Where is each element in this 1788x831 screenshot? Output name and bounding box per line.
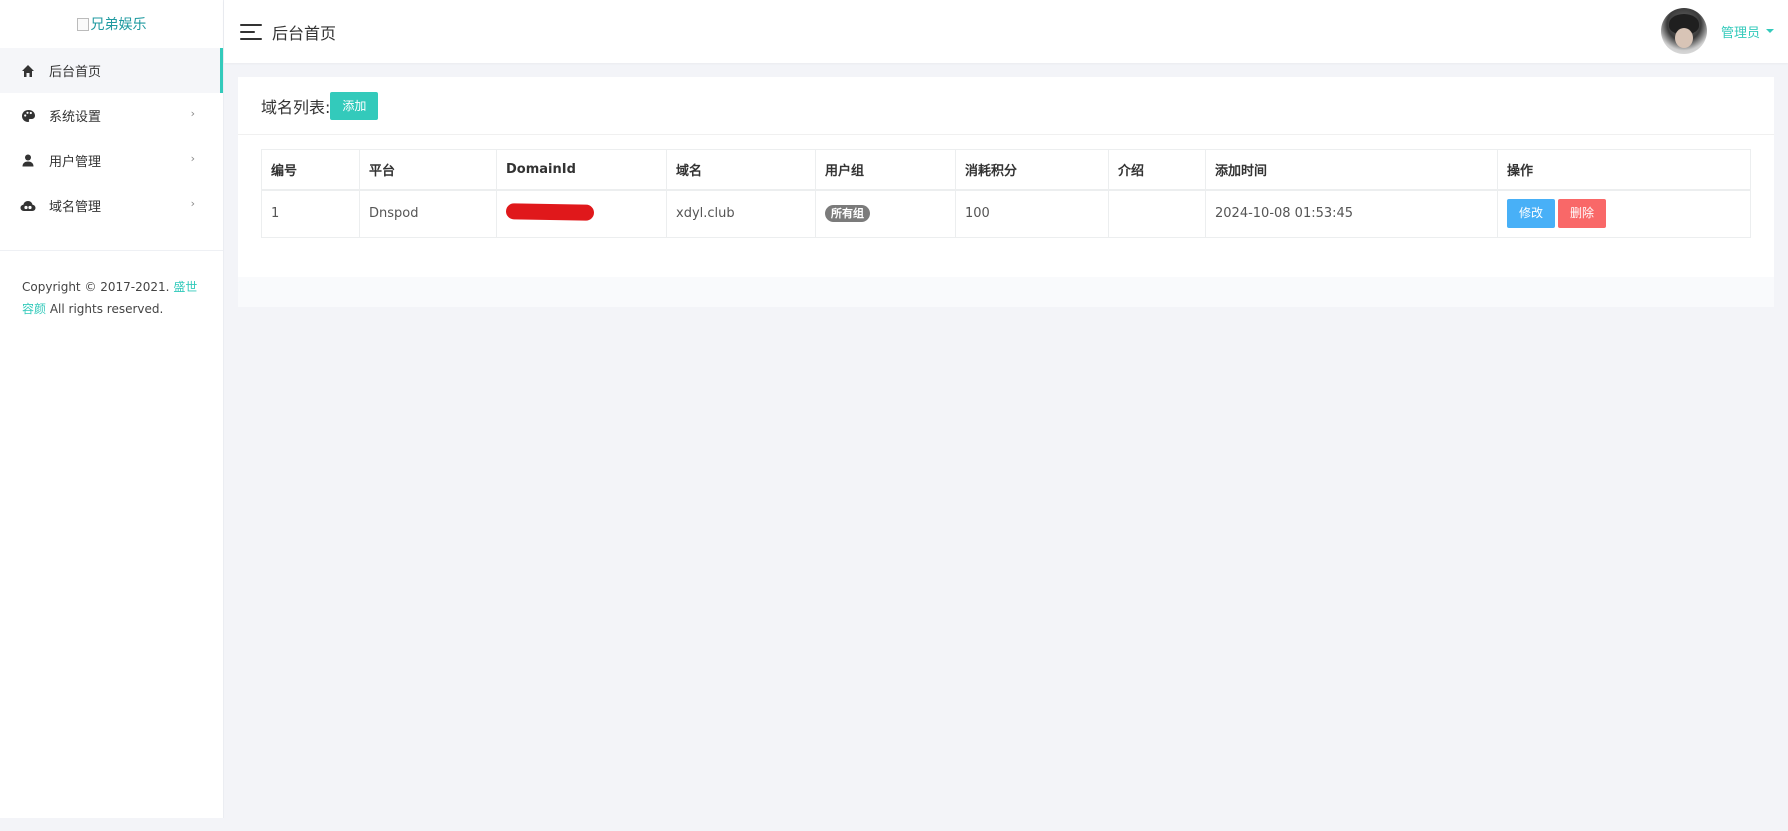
copyright-prefix: Copyright © 2017-2021.: [22, 280, 174, 294]
group-badge: 所有组: [825, 205, 870, 223]
logo-alt-text: 兄弟娱乐: [90, 17, 147, 33]
copyright-suffix: All rights reserved.: [46, 302, 164, 316]
user-menu[interactable]: 管理员: [1660, 8, 1774, 54]
home-icon: [20, 63, 36, 79]
column-header: 介绍: [1108, 149, 1206, 191]
caret-down-icon: [1766, 29, 1774, 33]
cell-added-at: 2024-10-08 01:53:45: [1205, 189, 1498, 238]
column-header: DomainId: [496, 149, 667, 191]
menu-toggle-icon[interactable]: [240, 23, 262, 40]
add-button[interactable]: 添加: [330, 91, 379, 120]
user-icon: [20, 153, 36, 169]
sidebar-item-label: 后台首页: [49, 65, 102, 80]
domain-list-card: 域名列表: 添加 编号 平台 DomainId 域名 用户组 消耗积分 介绍 添…: [238, 77, 1774, 307]
sidebar-item-user-management[interactable]: 用户管理 ›: [0, 138, 223, 183]
copyright: Copyright © 2017-2021. 盛世容颜 All rights r…: [22, 276, 202, 320]
domain-table: 编号 平台 DomainId 域名 用户组 消耗积分 介绍 添加时间 操作 1 …: [261, 149, 1751, 238]
column-header: 域名: [666, 149, 816, 191]
logo[interactable]: 兄弟娱乐: [0, 0, 223, 48]
column-header: 消耗积分: [955, 149, 1109, 191]
chevron-right-icon: ›: [190, 197, 195, 210]
cell-points: 100: [955, 189, 1109, 238]
card-header: 域名列表: 添加: [238, 77, 1774, 135]
sidebar-item-label: 用户管理: [49, 155, 102, 170]
column-header: 用户组: [815, 149, 956, 191]
user-name[interactable]: 管理员: [1721, 22, 1760, 41]
delete-button[interactable]: 删除: [1558, 199, 1607, 229]
chevron-right-icon: ›: [190, 107, 195, 120]
card-footer: [238, 277, 1774, 307]
sidebar: 兄弟娱乐 后台首页 系统设置 › 用户管理 › 域名管理 › Copyright…: [0, 0, 224, 818]
column-header: 平台: [359, 149, 497, 191]
cell-platform: Dnspod: [359, 189, 497, 238]
chevron-right-icon: ›: [190, 152, 195, 165]
sidebar-item-domain-management[interactable]: 域名管理 ›: [0, 183, 223, 228]
column-header: 编号: [261, 149, 360, 191]
top-header: 后台首页 管理员: [224, 0, 1788, 63]
cell-id: 1: [261, 189, 360, 238]
sidebar-item-label: 域名管理: [49, 200, 102, 215]
cell-group: 所有组: [815, 189, 956, 238]
redaction-mark: [505, 202, 595, 221]
column-header: 添加时间: [1205, 149, 1498, 191]
cell-actions: 修改 删除: [1497, 189, 1751, 238]
cell-domain: xdyl.club: [666, 189, 816, 238]
sidebar-item-dashboard[interactable]: 后台首页: [0, 48, 223, 93]
cloud-icon: [20, 198, 36, 214]
cell-domain-id: [496, 189, 667, 238]
broken-image-icon: [76, 17, 89, 31]
avatar[interactable]: [1660, 8, 1707, 54]
sidebar-divider: [0, 250, 223, 251]
card-title: 域名列表:: [261, 97, 331, 117]
page-title: 后台首页: [272, 23, 337, 43]
table-header-row: 编号 平台 DomainId 域名 用户组 消耗积分 介绍 添加时间 操作: [261, 149, 1751, 191]
sidebar-item-label: 系统设置: [49, 110, 102, 125]
table-row: 1 Dnspod xdyl.club 所有组 100 2024-10-08 01…: [261, 189, 1751, 238]
palette-icon: [20, 108, 36, 124]
sidebar-item-system-settings[interactable]: 系统设置 ›: [0, 93, 223, 138]
column-header: 操作: [1497, 149, 1751, 191]
edit-button[interactable]: 修改: [1507, 199, 1556, 229]
cell-intro: [1108, 189, 1206, 238]
